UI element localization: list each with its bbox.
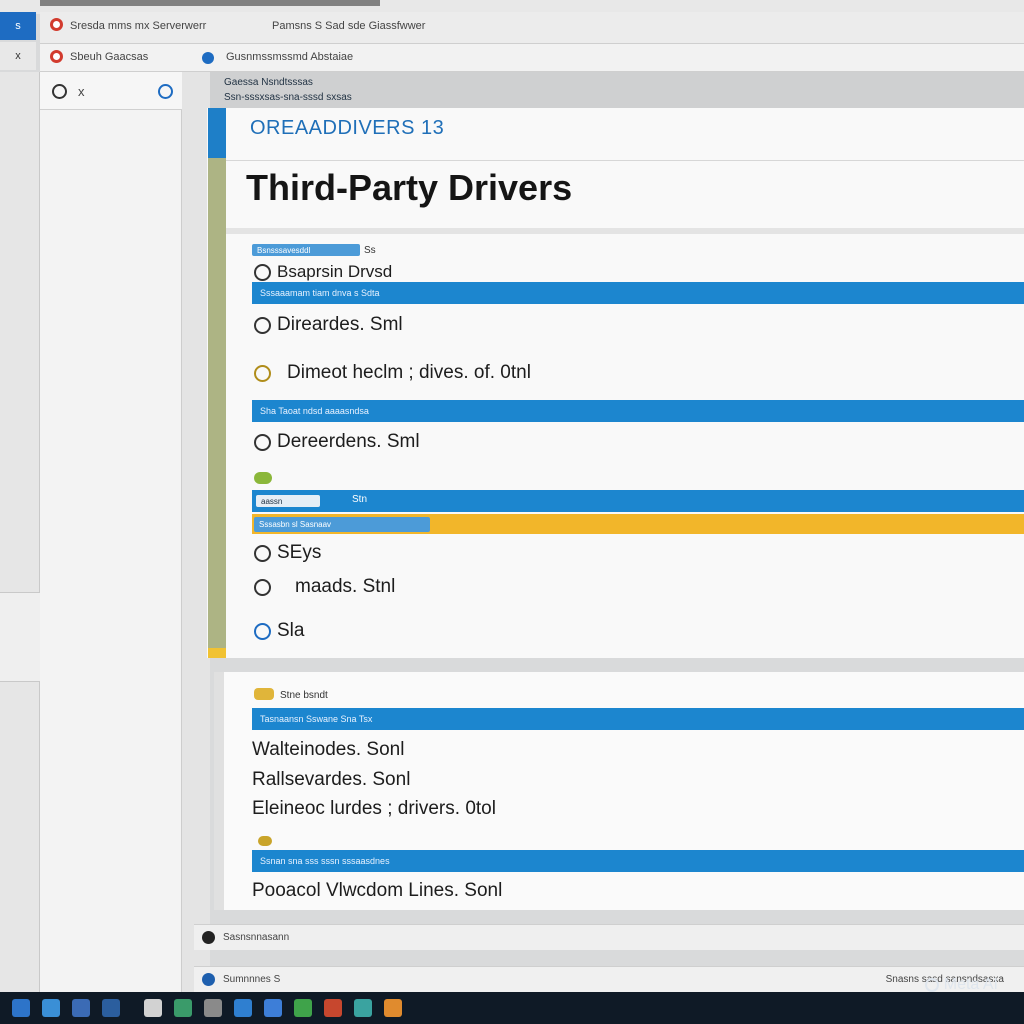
status-text: Sumnnnes S: [223, 974, 281, 985]
site-icon: [50, 50, 63, 63]
breadcrumb-line-1[interactable]: Gaessa Nsndtsssas: [224, 77, 313, 88]
browser-icon[interactable]: [174, 999, 192, 1017]
info-icon: [202, 52, 214, 64]
section-bar[interactable]: [252, 490, 1024, 512]
app-icon[interactable]: [354, 999, 372, 1017]
left-strip-segment: [0, 592, 40, 682]
address-right[interactable]: Gusnmssmssmd Abstaiae: [226, 51, 353, 63]
driver-icon: [254, 433, 271, 451]
app-icon[interactable]: [264, 999, 282, 1017]
driver-icon: [254, 544, 271, 562]
app-icon[interactable]: [294, 999, 312, 1017]
warning-icon: [254, 364, 271, 382]
page-title: Third-Party Drivers: [246, 167, 573, 208]
list-item-label: maads. Stnl: [295, 576, 396, 597]
watermark: Meta AI: [924, 976, 998, 994]
breadcrumb: Gaessa Nsndtsssas Ssn-sssxsas-sna-sssd s…: [210, 72, 1024, 110]
list-item-label: Dereerdens. Sml: [277, 431, 420, 452]
status-dot-icon: [202, 973, 215, 986]
section-chip[interactable]: Bsnsssavesddl: [252, 244, 360, 256]
list-item[interactable]: maads. Stnl: [254, 576, 395, 598]
panel-accent-top: [208, 108, 226, 158]
status-bar-bottom: Sumnnnes S Snasns sasd sansndsasxa: [194, 966, 1024, 992]
app-icon[interactable]: [384, 999, 402, 1017]
left-badge-top-text: s: [15, 20, 21, 32]
list-item[interactable]: Eleineoc lurdes ; drivers. 0tol: [252, 798, 496, 820]
list-item[interactable]: Rallsevardes. Sonl: [252, 769, 410, 791]
list-item[interactable]: Pooacol Vlwcdom Lines. Sonl: [252, 880, 502, 902]
tab-title[interactable]: Sresda mms mx Serverwerr: [70, 20, 206, 32]
settings-icon[interactable]: [158, 84, 173, 99]
status-icon: [254, 472, 272, 484]
section-chip-suffix: Stn: [352, 494, 368, 505]
list-item[interactable]: Dimeot heclm ; dives. of. 0tnl: [254, 362, 531, 384]
breadcrumb-line-2[interactable]: Ssn-sssxsas-sna-sssd sxsas: [224, 92, 352, 103]
highlight-chip[interactable]: Sssasbn sl Sasnaav: [254, 517, 430, 532]
section-bar[interactable]: Sssaaamam tiam dnva s Sdta: [252, 282, 1024, 304]
address-left[interactable]: Sbeuh Gaacsas: [70, 51, 148, 63]
app-icon[interactable]: [204, 999, 222, 1017]
status-icon: [258, 836, 272, 846]
list-item[interactable]: Sla: [254, 620, 304, 642]
app-icon[interactable]: [144, 999, 162, 1017]
status-bar: Sasnsnnasann: [194, 924, 1024, 950]
globe-icon: [254, 578, 271, 596]
secondary-panel-edge: [214, 672, 224, 910]
left-strip: [0, 72, 40, 992]
start-icon[interactable]: [12, 999, 30, 1017]
folder-icon: [254, 688, 274, 700]
address-row: Sbeuh Gaacsas Gusnmssmssmd Abstaiae: [40, 44, 1024, 72]
taskbar: [0, 992, 1024, 1024]
tab-secondary[interactable]: Pamsns S Sad sde Giassfwwer: [272, 20, 425, 32]
sidebar-header-text: x: [78, 84, 85, 99]
sidebar: [40, 72, 182, 992]
section-header-label: Bsaprsin Drvsd: [277, 262, 393, 281]
left-badge-bottom-text: x: [15, 50, 21, 62]
browser-icon: [50, 18, 63, 31]
driver-icon: [254, 263, 271, 281]
list-item[interactable]: Direardes. Sml: [254, 314, 403, 336]
app-name: OREAADDIVERS 13: [250, 117, 445, 139]
section-header: Bsaprsin Drvsd: [254, 262, 392, 282]
panel-accent-mid: [208, 158, 226, 648]
sidebar-header: x: [40, 72, 182, 110]
status-dot-icon: [202, 931, 215, 944]
title-bar-strip: [40, 0, 380, 6]
driver-icon: [254, 622, 271, 640]
list-item[interactable]: SEys: [254, 542, 321, 564]
app-icon[interactable]: [234, 999, 252, 1017]
list-item-label: Sla: [277, 620, 305, 641]
app-icon[interactable]: [324, 999, 342, 1017]
gutter: [182, 72, 210, 992]
section-chip-suffix: Ss: [364, 245, 376, 256]
list-item-label: Direardes. Sml: [277, 314, 403, 335]
meta-ring-icon: [924, 978, 939, 992]
section-bar[interactable]: Tasnaansn Sswane Sna Tsx: [252, 708, 1024, 730]
taskview-icon[interactable]: [72, 999, 90, 1017]
driver-icon: [254, 316, 271, 334]
watermark-text: Meta AI: [943, 976, 998, 993]
list-item[interactable]: Walteinodes. Sonl: [252, 739, 404, 761]
section-tag: Stne bsndt: [280, 690, 328, 701]
status-text: Sasnsnnasann: [223, 932, 290, 943]
left-badge-top[interactable]: s: [0, 12, 36, 40]
section-bar[interactable]: Ssnan sna sss sssn sssaasdnes: [252, 850, 1024, 872]
section-bar[interactable]: Sha Taoat ndsd aaaasndsa: [252, 400, 1024, 422]
list-item[interactable]: Dereerdens. Sml: [254, 431, 420, 453]
divider: [226, 228, 1024, 234]
section-chip[interactable]: aassn: [256, 495, 320, 507]
list-item-label: SEys: [277, 542, 322, 563]
divider: [226, 160, 1024, 161]
left-badge-bottom[interactable]: x: [0, 42, 36, 70]
tab-row: Sresda mms mx Serverwerr Pamsns S Sad sd…: [40, 12, 1024, 44]
search-icon[interactable]: [42, 999, 60, 1017]
app-icon[interactable]: [102, 999, 120, 1017]
target-icon[interactable]: [52, 84, 67, 99]
list-item-label: Dimeot heclm ; dives. of. 0tnl: [287, 362, 531, 383]
